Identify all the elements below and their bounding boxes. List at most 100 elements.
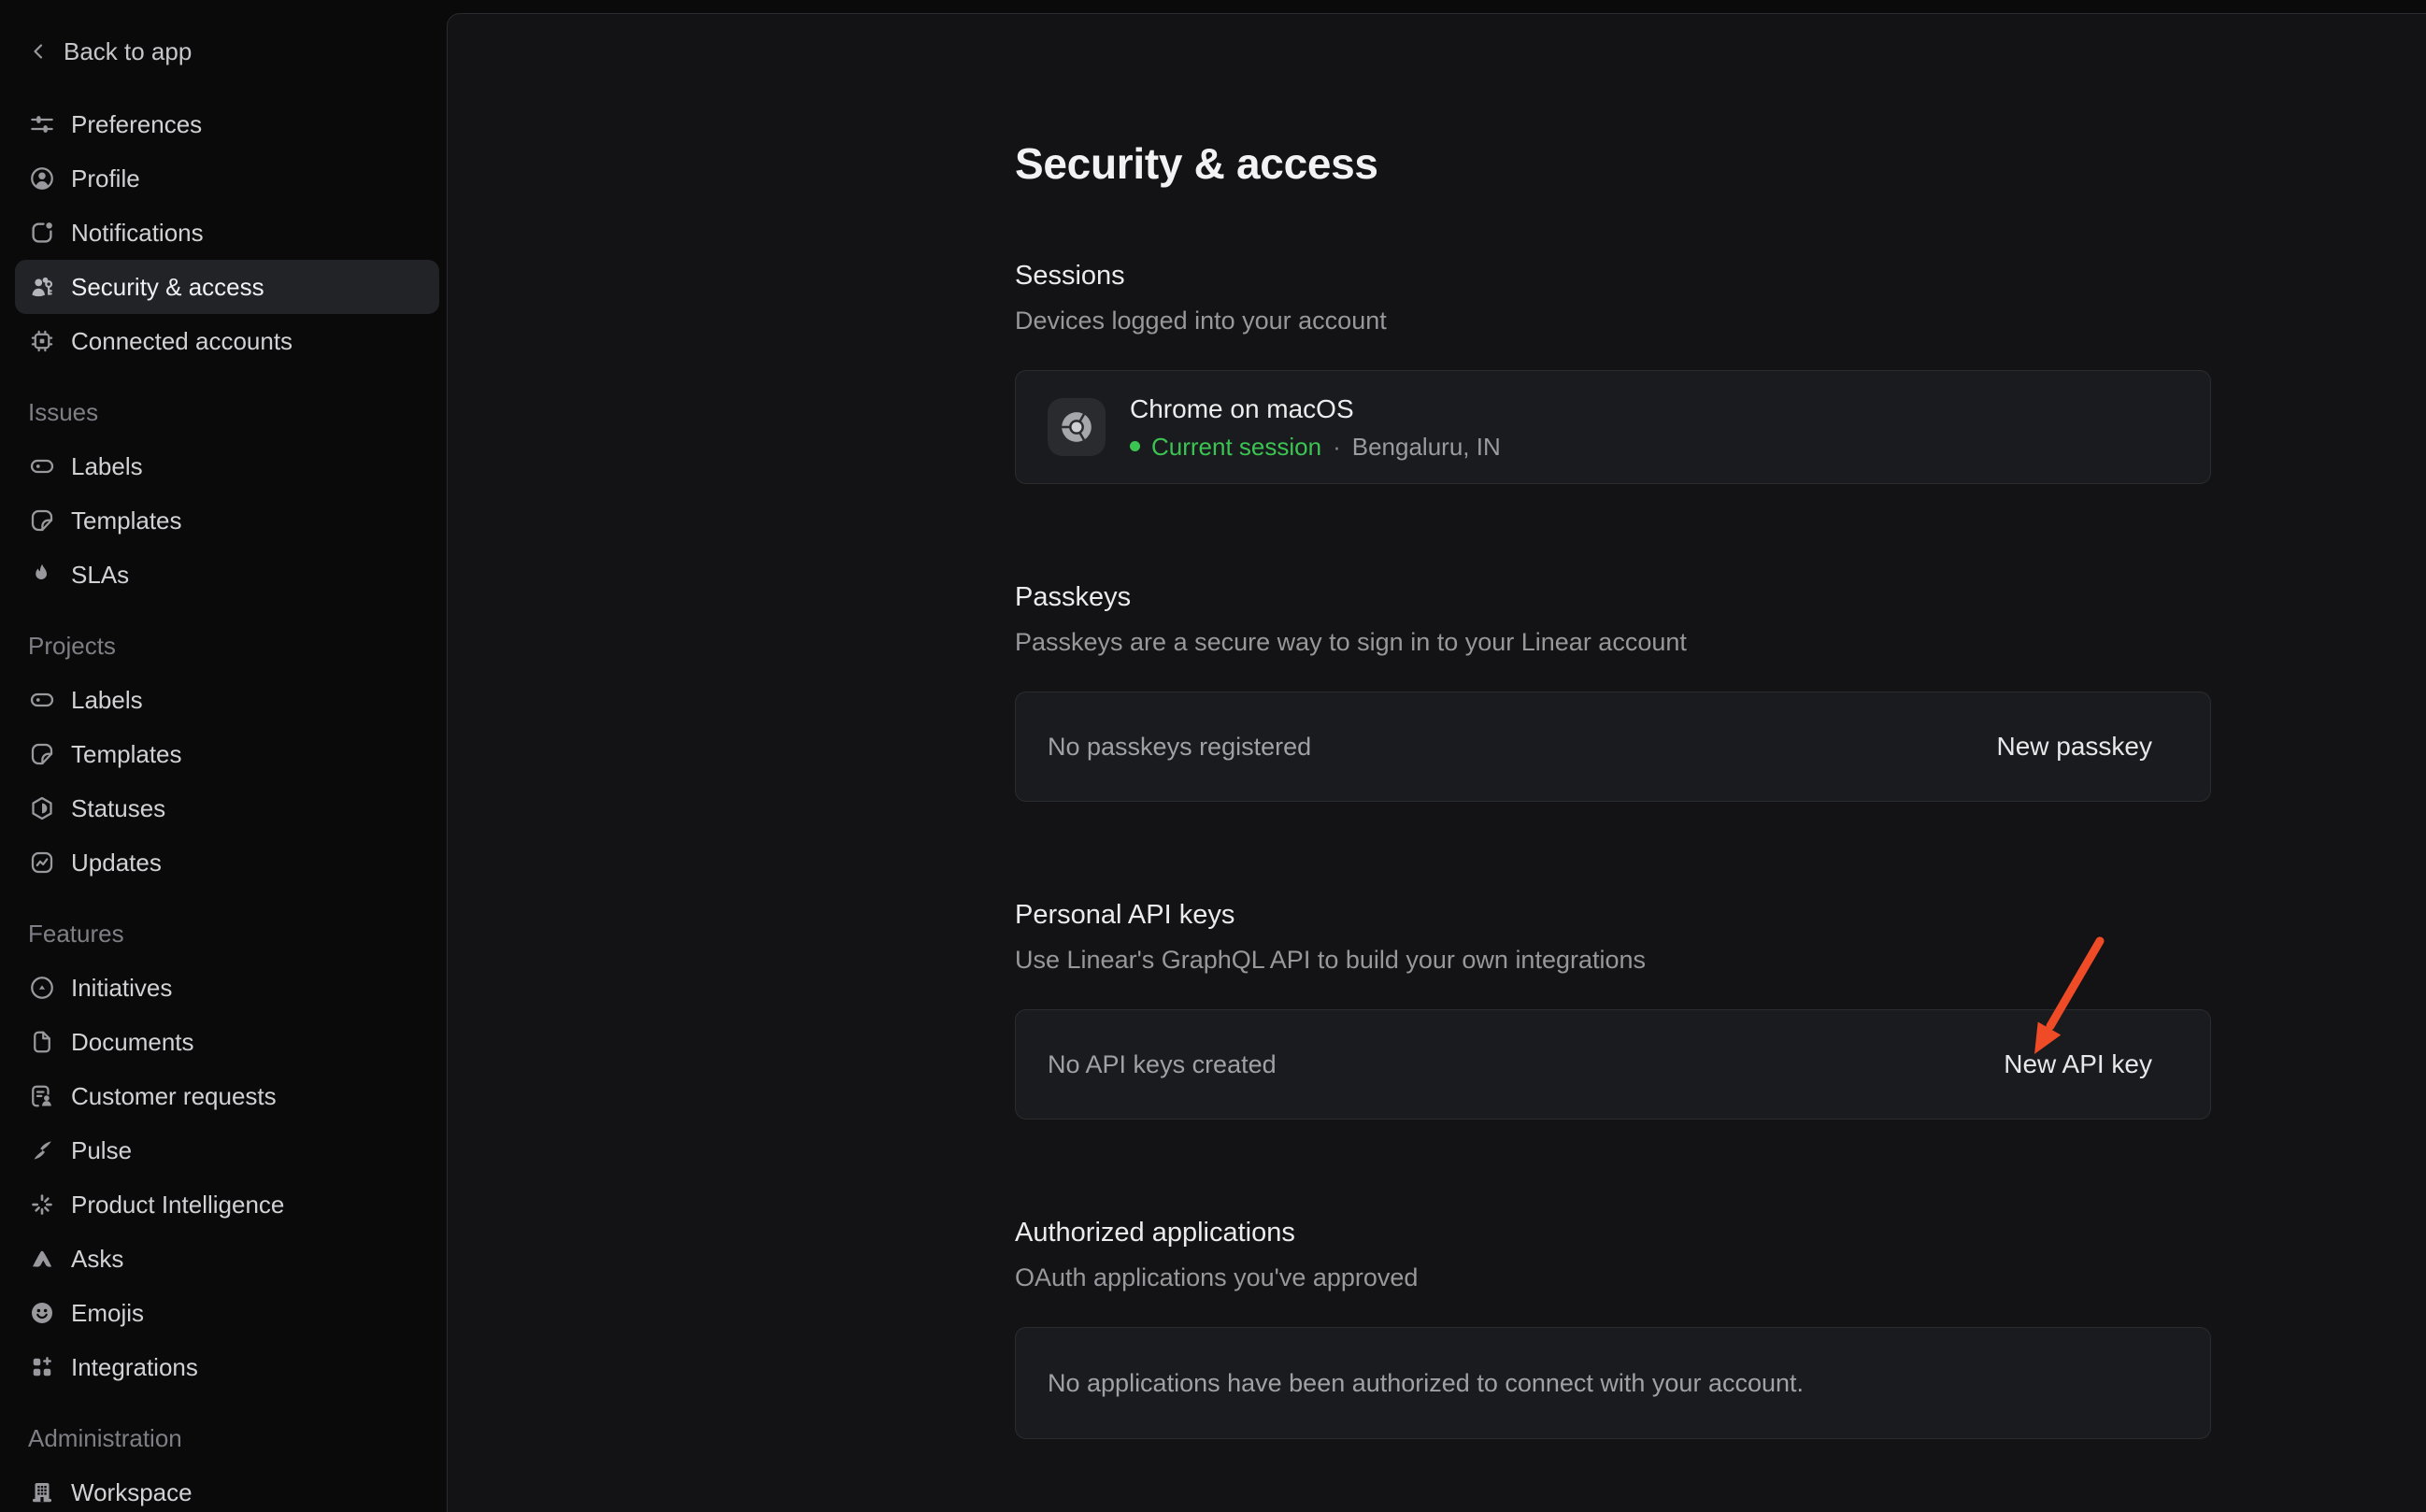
sidebar-item-preferences[interactable]: Preferences <box>15 97 439 151</box>
session-info: Chrome on macOS Current session · Bengal… <box>1048 393 1501 462</box>
pulse-bolt-icon <box>28 1136 56 1164</box>
sidebar-item-profile[interactable]: Profile <box>15 151 439 206</box>
api-keys-empty-text: No API keys created <box>1048 1050 1277 1079</box>
sidebar-item-documents[interactable]: Documents <box>15 1015 439 1069</box>
sidebar-item-label: Workspace <box>71 1478 193 1507</box>
squares-plus-icon <box>28 1353 56 1381</box>
sidebar-item-issue-templates[interactable]: Templates <box>15 493 439 548</box>
sidebar-group-label: Features <box>15 906 439 961</box>
sidebar-item-project-templates[interactable]: Templates <box>15 727 439 781</box>
sidebar-item-slas[interactable]: SLAs <box>15 548 439 602</box>
authorized-apps-subtitle: OAuth applications you've approved <box>1015 1262 2211 1293</box>
sidebar-item-notifications[interactable]: Notifications <box>15 206 439 260</box>
sidebar-group-issues: Issues Labels <box>0 385 447 602</box>
user-circle-icon <box>28 164 56 193</box>
session-status: Current session <box>1151 432 1321 462</box>
sidebar-item-label: Product Intelligence <box>71 1191 284 1220</box>
passkeys-heading: Passkeys <box>1015 579 2211 615</box>
sidebar-group-features: Features Initiatives <box>0 906 447 1394</box>
sidebar-item-initiatives[interactable]: Initiatives <box>15 961 439 1015</box>
api-keys-heading: Personal API keys <box>1015 897 2211 933</box>
passkeys-subtitle: Passkeys are a secure way to sign in to … <box>1015 626 2211 658</box>
asks-icon <box>28 1245 56 1273</box>
sidebar-item-label: Updates <box>71 849 162 877</box>
sidebar-item-label: Asks <box>71 1245 123 1274</box>
sidebar-item-asks[interactable]: Asks <box>15 1232 439 1286</box>
session-separator: · <box>1333 432 1341 462</box>
sidebar-item-label: Integrations <box>71 1353 198 1382</box>
sidebar-item-security-access[interactable]: Security & access <box>15 260 439 314</box>
sidebar-item-label: Security & access <box>71 273 264 302</box>
sidebar-item-label: Customer requests <box>71 1082 277 1111</box>
sidebar-item-label: Labels <box>71 686 143 715</box>
sidebar-group-label: Projects <box>15 619 439 673</box>
sessions-section: Sessions Devices logged into your accoun… <box>1015 258 2211 484</box>
document-icon <box>28 1028 56 1056</box>
passkeys-section: Passkeys Passkeys are a secure way to si… <box>1015 579 2211 802</box>
api-keys-subtitle: Use Linear's GraphQL API to build your o… <box>1015 944 2211 976</box>
api-keys-section: Personal API keys Use Linear's GraphQL A… <box>1015 897 2211 1120</box>
sliders-icon <box>28 110 56 138</box>
chevron-left-icon <box>28 40 50 63</box>
sidebar-item-pulse[interactable]: Pulse <box>15 1123 439 1177</box>
passkeys-empty-text: No passkeys registered <box>1048 733 1311 762</box>
new-passkey-button[interactable]: New passkey <box>1996 732 2152 762</box>
back-to-app-label: Back to app <box>64 37 192 66</box>
building-icon <box>28 1478 56 1506</box>
sidebar-item-label: Profile <box>71 164 140 193</box>
template-icon <box>28 506 56 535</box>
notification-square-icon <box>28 219 56 247</box>
sidebar-item-integrations[interactable]: Integrations <box>15 1340 439 1394</box>
sessions-subtitle: Devices logged into your account <box>1015 305 2211 336</box>
sidebar-item-statuses[interactable]: Statuses <box>15 781 439 835</box>
list-person-icon <box>28 1082 56 1110</box>
sidebar-item-project-labels[interactable]: Labels <box>15 673 439 727</box>
sidebar-item-label: Labels <box>71 452 143 481</box>
sidebar-item-label: Statuses <box>71 794 165 823</box>
sidebar-item-issue-labels[interactable]: Labels <box>15 439 439 493</box>
session-status-row: Current session · Bengaluru, IN <box>1130 432 1501 462</box>
sidebar-nav: Preferences Profile <box>0 97 447 1512</box>
sidebar-item-label: Emojis <box>71 1299 144 1328</box>
linear-settings-app: Back to app Preferences <box>0 0 2426 1512</box>
sidebar-item-label: Preferences <box>71 110 202 139</box>
current-session-dot <box>1130 441 1140 451</box>
authorized-apps-card: No applications have been authorized to … <box>1015 1327 2211 1439</box>
sidebar-item-updates[interactable]: Updates <box>15 835 439 890</box>
compass-arrow-icon <box>28 974 56 1002</box>
passkeys-card: No passkeys registered New passkey <box>1015 692 2211 802</box>
people-key-icon <box>28 273 56 301</box>
sidebar-item-workspace[interactable]: Workspace <box>15 1465 439 1512</box>
authorized-apps-section: Authorized applications OAuth applicatio… <box>1015 1215 2211 1439</box>
api-keys-card: No API keys created New API key <box>1015 1009 2211 1120</box>
sidebar-item-connected-accounts[interactable]: Connected accounts <box>15 314 439 368</box>
chip-icon <box>28 327 56 355</box>
smiley-icon <box>28 1299 56 1327</box>
sidebar-group-administration: Administration <box>0 1411 447 1512</box>
sidebar-item-label: Templates <box>71 740 182 769</box>
sidebar-item-label: Templates <box>71 506 182 535</box>
authorized-apps-heading: Authorized applications <box>1015 1215 2211 1250</box>
hexagon-half-icon <box>28 794 56 822</box>
sparkle-icon <box>28 1191 56 1219</box>
sidebar-item-label: SLAs <box>71 561 129 590</box>
flame-icon <box>28 561 56 589</box>
sidebar-item-emojis[interactable]: Emojis <box>15 1286 439 1340</box>
sidebar-item-label: Documents <box>71 1028 194 1057</box>
sidebar-group-label: Issues <box>15 385 439 439</box>
session-card: Chrome on macOS Current session · Bengal… <box>1015 370 2211 484</box>
chart-square-icon <box>28 849 56 877</box>
sidebar-item-label: Notifications <box>71 219 204 248</box>
chrome-icon <box>1048 398 1106 456</box>
session-device-name: Chrome on macOS <box>1130 393 1501 425</box>
new-api-key-button[interactable]: New API key <box>2004 1049 2152 1079</box>
sessions-heading: Sessions <box>1015 258 2211 293</box>
back-to-app-button[interactable]: Back to app <box>15 28 439 75</box>
settings-content: Security & access Sessions Devices logge… <box>1015 135 2211 1439</box>
sidebar-item-product-intelligence[interactable]: Product Intelligence <box>15 1177 439 1232</box>
sidebar-item-label: Pulse <box>71 1136 132 1165</box>
session-location: Bengaluru, IN <box>1352 432 1501 462</box>
session-text: Chrome on macOS Current session · Bengal… <box>1130 393 1501 462</box>
sidebar-item-customer-requests[interactable]: Customer requests <box>15 1069 439 1123</box>
sidebar-item-label: Initiatives <box>71 974 172 1003</box>
